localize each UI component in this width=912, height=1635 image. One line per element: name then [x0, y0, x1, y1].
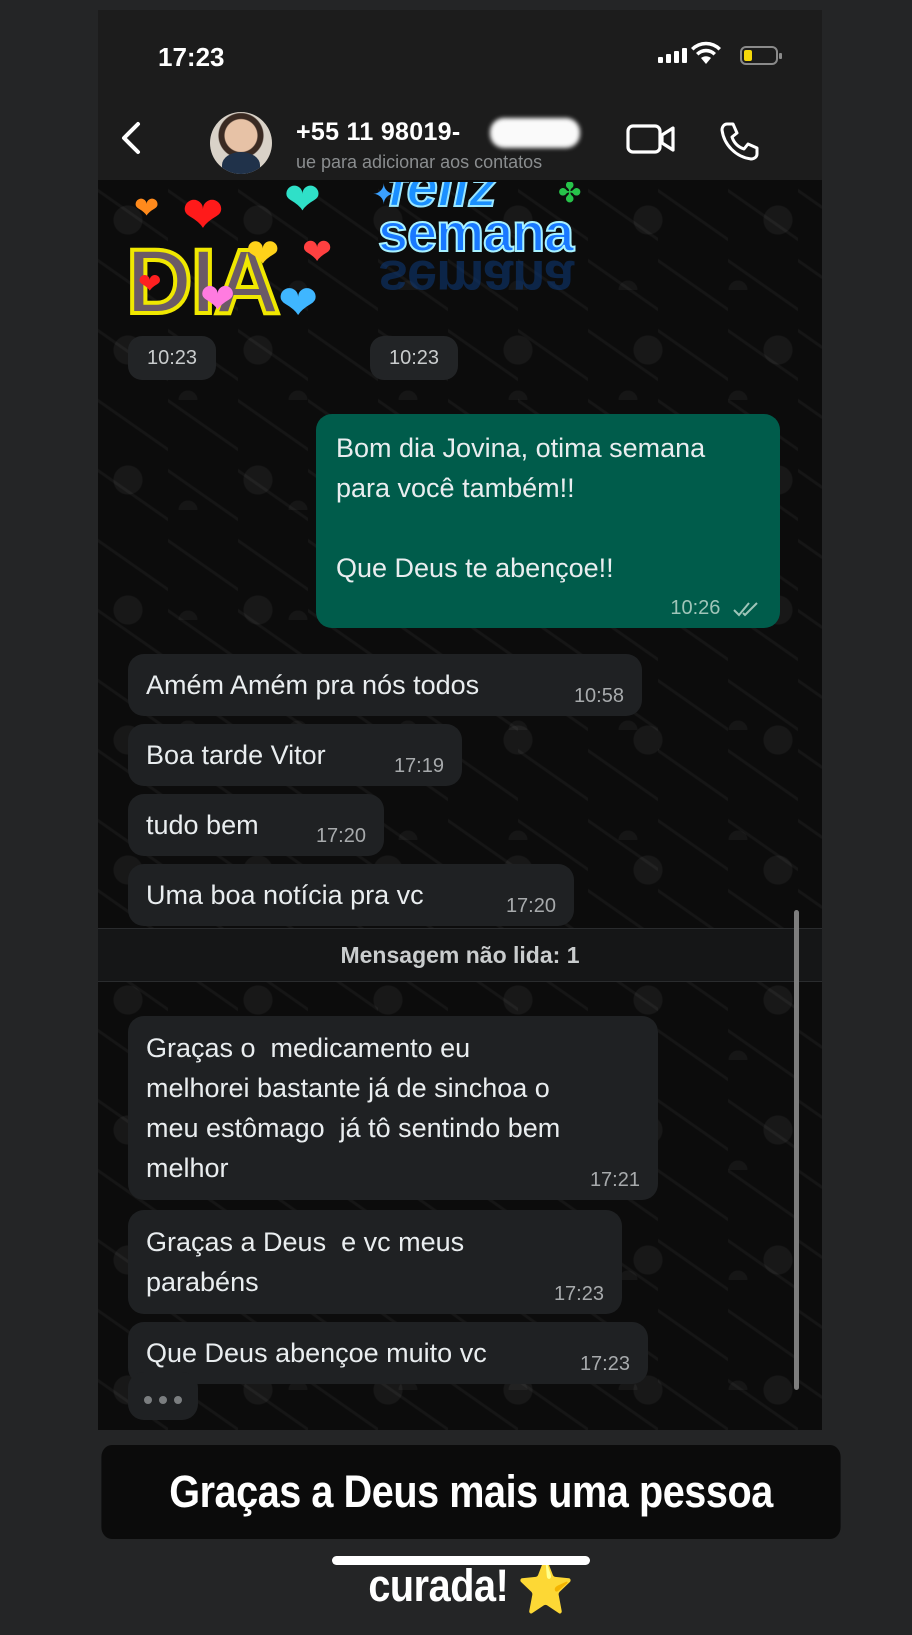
typing-indicator — [128, 1372, 198, 1420]
heart-icon: ❤ — [278, 277, 319, 330]
message-time: 17:21 — [589, 1169, 640, 1191]
message-time: 17:23 — [579, 1353, 630, 1375]
story-caption: Graças a Deus mais uma pessoa curada! ⭐ — [101, 1445, 841, 1617]
contact-name[interactable]: +55 11 98019- — [296, 118, 460, 147]
heart-icon: ❤ — [284, 182, 321, 224]
incoming-message[interactable]: Graças a Deus e vc meus parabéns 17:23 — [128, 1210, 622, 1314]
message-text: Graças o medicamento eu melhorei bastant… — [146, 1033, 561, 1183]
heart-icon: ❤ — [302, 231, 333, 272]
message-text: Que Deus abençoe muito vc — [146, 1338, 487, 1368]
cellular-signal-icon — [658, 48, 687, 63]
heart-icon: ❤ — [200, 275, 236, 322]
sticker-reflection: semana — [378, 249, 574, 309]
avatar[interactable] — [210, 112, 272, 174]
incoming-message[interactable]: Amém Amém pra nós todos 10:58 — [128, 654, 642, 716]
message-text: Uma boa notícia pra vc — [146, 880, 424, 910]
scrollbar[interactable] — [794, 910, 799, 1390]
message-text: tudo bem — [146, 810, 259, 840]
contact-subtitle: ue para adicionar aos contatos — [296, 152, 543, 172]
heart-icon: ❤ — [134, 192, 160, 225]
message-text: Bom dia Jovina, otima semana para você t… — [336, 433, 706, 583]
message-time: 17:19 — [393, 755, 444, 777]
battery-icon — [740, 46, 782, 65]
chevron-left-icon[interactable] — [112, 116, 152, 160]
message-time: 10:58 — [573, 685, 624, 707]
message-time: 17:23 — [553, 1283, 604, 1305]
outgoing-message[interactable]: Bom dia Jovina, otima semana para você t… — [316, 414, 780, 628]
incoming-message[interactable]: Que Deus abençoe muito vc 17:23 — [128, 1322, 648, 1384]
sticker-feliz-semana[interactable]: feliz semana semana ✤ ✦ — [368, 182, 598, 342]
heart-icon: ❤ — [138, 268, 162, 299]
video-camera-icon[interactable] — [626, 122, 676, 156]
unread-divider: Mensagem não lida: 1 — [98, 928, 822, 982]
message-text: Boa tarde Vitor — [146, 740, 326, 770]
message-text: Amém Amém pra nós todos — [146, 670, 480, 700]
sticker-timestamp: 10:23 — [370, 336, 459, 380]
message-time: 17:20 — [505, 895, 556, 917]
incoming-message[interactable]: Boa tarde Vitor 17:19 — [128, 724, 462, 786]
status-bar: 17:23 — [98, 10, 822, 100]
double-check-icon — [733, 602, 758, 617]
message-time: 10:26 — [670, 596, 762, 620]
incoming-message[interactable]: tudo bem 17:20 — [128, 794, 384, 856]
incoming-message[interactable]: Graças o medicamento eu melhorei bastant… — [128, 1016, 658, 1200]
message-time: 17:20 — [315, 825, 366, 847]
heart-icon: ❤ — [246, 232, 280, 276]
message-text: Graças a Deus e vc meus parabéns — [146, 1227, 465, 1297]
incoming-message[interactable]: Uma boa notícia pra vc 17:20 — [128, 864, 574, 926]
phone-screen: 17:23 +55 11 98019- ue para adicionar ao… — [98, 10, 822, 1430]
phone-icon[interactable] — [718, 120, 760, 162]
message-time-text: 10:26 — [670, 597, 721, 619]
heart-icon: ❤ — [182, 187, 224, 243]
sticker-timestamp: 10:23 — [128, 336, 217, 380]
redacted-number — [490, 118, 580, 148]
status-time: 17:23 — [158, 42, 225, 72]
clover-icon: ✤ — [558, 182, 582, 208]
butterfly-icon: ✦ — [372, 182, 396, 210]
sticker-bom-dia[interactable]: DIA ❤ ❤ ❤ ❤ ❤ ❤ ❤ ❤ — [126, 182, 356, 342]
wifi-icon — [691, 41, 721, 64]
home-indicator[interactable] — [332, 1556, 590, 1565]
chat-header: +55 11 98019- ue para adicionar aos cont… — [98, 100, 822, 180]
caption-text: Graças a Deus mais uma pessoa curada! — [169, 1466, 773, 1611]
